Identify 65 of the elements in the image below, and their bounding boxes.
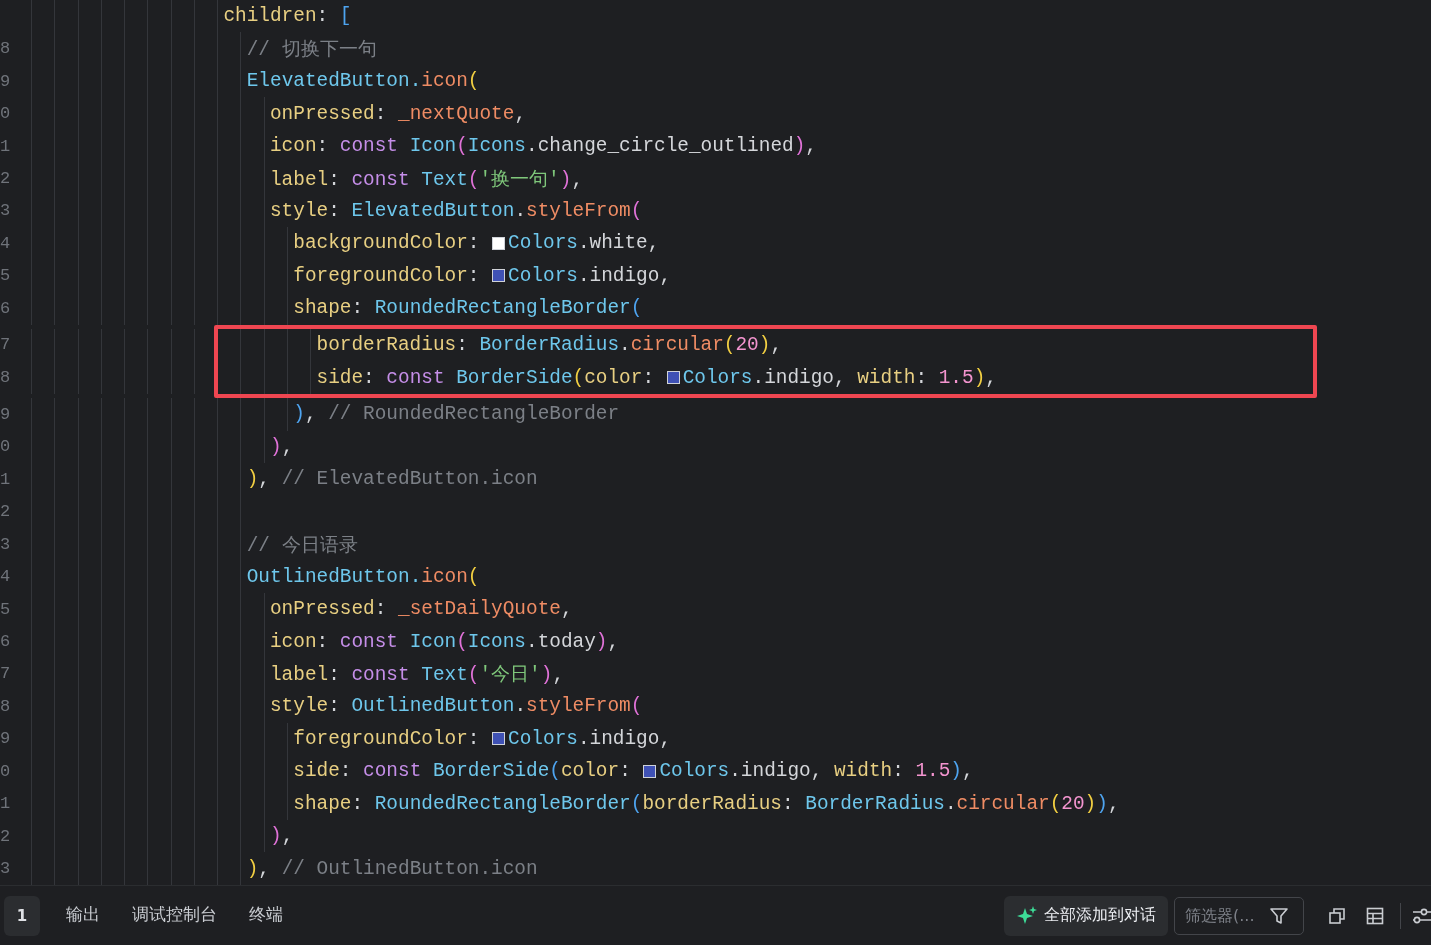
code-text: style: OutlinedButton.styleFrom( (270, 695, 643, 718)
code-text: children: [ (223, 5, 352, 28)
code-text: Colors.indigo, (508, 727, 671, 750)
code-text: side: const BorderSide(color: (316, 366, 656, 389)
line-number: 6 (0, 298, 12, 318)
code-text: foregroundColor: (293, 727, 481, 750)
line-number: 6 (0, 632, 12, 651)
line-number: 7 (0, 335, 12, 355)
line-number: 0 (0, 104, 12, 124)
line-number: 1 (0, 794, 12, 814)
line-number: 0 (0, 437, 12, 457)
add-to-chat-button[interactable]: 全部添加到对话 (1004, 895, 1168, 936)
code-text: ), (270, 825, 294, 848)
code-text: ), // RoundedRectangleBorder (293, 403, 620, 426)
code-text: ), // OutlinedButton.icon (246, 857, 538, 880)
code-text: label: const Text('换一句'), (270, 168, 584, 192)
line-number: 8 (0, 696, 12, 716)
line-number: 9 (0, 404, 12, 424)
line-number: 1 (0, 469, 12, 489)
line-number: 8 (0, 39, 12, 59)
code-text: borderRadius: BorderRadius.circular(20), (316, 333, 783, 356)
line-number: 2 (0, 502, 12, 522)
filter-field[interactable]: 筛选器(... (1174, 896, 1304, 935)
line-number: 4 (0, 567, 12, 587)
code-text: Colors.indigo, width: 1.5), (659, 760, 974, 783)
code-text: style: ElevatedButton.styleFrom( (270, 199, 643, 222)
code-text: side: const BorderSide(color: (293, 760, 632, 783)
line-number: 7 (0, 664, 12, 684)
line-number: 2 (0, 169, 12, 188)
code-text: ), // ElevatedButton.icon (246, 468, 538, 491)
line-number: 5 (0, 599, 12, 619)
filter-input[interactable]: 筛选器(... (1183, 905, 1265, 926)
code-text: // 切换下一句 (246, 38, 377, 63)
code-text: Colors.white, (508, 232, 660, 255)
code-text: icon: const Icon(Icons.today), (270, 630, 620, 653)
line-number: 2 (0, 826, 12, 846)
code-text: Colors.indigo, width: 1.5), (682, 366, 997, 389)
panel-tab[interactable]: 输出 (50, 895, 116, 936)
code-text: label: const Text('今日'), (270, 663, 565, 688)
line-number: 4 (0, 233, 12, 253)
line-number: 9 (0, 729, 12, 749)
code-text: foregroundColor: (293, 264, 481, 287)
code-text: onPressed: _nextQuote, (270, 102, 526, 125)
panel-tab[interactable]: 调试控制台 (116, 895, 233, 936)
code-text: shape: RoundedRectangleBorder( (293, 297, 643, 320)
line-number: 3 (0, 201, 12, 221)
line-number: 1 (0, 136, 12, 156)
code-text: OutlinedButton.icon( (246, 565, 480, 588)
code-text: icon: const Icon(Icons.change_circle_outlined), (270, 135, 817, 158)
line-number: 9 (0, 71, 12, 91)
line-number: 0 (0, 761, 12, 781)
code-text: // 今日语录 (246, 533, 358, 558)
code-text: ), (270, 435, 294, 458)
code-text: ElevatedButton.icon( (246, 70, 480, 93)
count-badge: 1 (4, 895, 40, 936)
code-text: Colors.indigo, (508, 264, 671, 287)
line-number: 8 (0, 368, 12, 388)
line-number: 3 (0, 859, 12, 879)
line-number: 5 (0, 266, 12, 286)
code-text: shape: RoundedRectangleBorder(borderRadius: BorderRadius.circular(20)), (293, 792, 1120, 815)
code-text: backgroundColor: (293, 232, 481, 255)
code-text: onPressed: _setDailyQuote, (270, 598, 573, 621)
panel-tab[interactable]: 终端 (233, 895, 299, 936)
filter-icon (1269, 905, 1289, 926)
line-number: 3 (0, 534, 12, 554)
